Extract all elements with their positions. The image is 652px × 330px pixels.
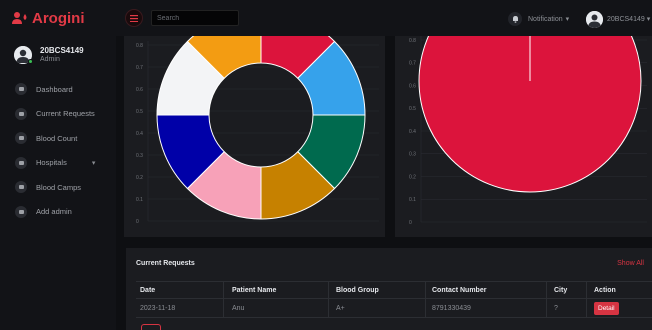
monitor-icon	[15, 107, 27, 120]
sidebar-item-label: Hospitals	[36, 158, 67, 168]
cell-city: ?	[554, 304, 558, 312]
hamburger-icon	[130, 14, 138, 22]
y-tick-label: 0.6	[136, 87, 143, 93]
y-tick-label: 0.2	[409, 174, 416, 180]
dashboard-icon	[15, 83, 27, 96]
admin-icon	[15, 205, 27, 218]
brand-name: Arogini	[32, 9, 85, 27]
notification-label: Notification	[528, 15, 563, 23]
cell-blood-group: A+	[336, 304, 345, 312]
top-bar: Arogini Notification ▾ 20BCS4149 ▾	[0, 0, 652, 36]
avatar-icon	[586, 11, 603, 28]
bell-icon	[512, 16, 518, 23]
y-tick-label: 0.6	[409, 83, 416, 89]
search-input[interactable]	[151, 10, 239, 26]
y-tick-label: 0	[409, 220, 412, 226]
column-header-blood-group: Blood Group	[336, 286, 379, 294]
chevron-down-icon: ▾	[565, 16, 570, 23]
sidebar-item-label: Dashboard	[36, 84, 73, 94]
y-tick-label: 0	[136, 219, 139, 225]
doughnut-chart-panel: 0.8 0.7 0.6 0.5 0.4 0.3 0.2 0.1 0	[124, 10, 385, 237]
table-header: Date Patient Name Blood Group Contact Nu…	[136, 281, 652, 299]
y-tick-label: 0.5	[409, 106, 416, 112]
profile-text: 20BCS4149 Admin	[40, 46, 84, 63]
cell-action: Detail	[594, 299, 619, 317]
cell-date: 2023-11-18	[140, 304, 176, 312]
table-row: 2023-11-18 Anu A+ 8791330439 ? Detail	[136, 299, 652, 318]
y-tick-label: 0.8	[409, 38, 416, 44]
pie-chart-panel: 0.8 0.7 0.6 0.5 0.4 0.3 0.2 0.1 0	[395, 0, 652, 237]
column-header-date: Date	[140, 286, 156, 294]
sidebar-item-hospitals[interactable]: Hospitals ▾	[0, 151, 116, 176]
hospital-icon	[15, 156, 27, 169]
sidebar-item-label: Blood Count	[36, 133, 78, 143]
y-tick-label: 0.4	[136, 131, 143, 137]
header-user-id: 20BCS4149	[607, 16, 645, 23]
sidebar: 20BCS4149 Admin Dashboard Current Reques…	[0, 36, 116, 330]
sidebar-item-label: Add admin	[36, 207, 72, 217]
sidebar-item-current-requests[interactable]: Current Requests	[0, 102, 116, 127]
y-tick-label: 0.3	[136, 153, 143, 159]
header-avatar[interactable]	[586, 11, 603, 28]
y-tick-label: 0.1	[409, 197, 416, 203]
column-header-city: City	[554, 286, 568, 294]
notification-button[interactable]	[508, 12, 522, 26]
calendar-icon	[15, 181, 27, 194]
y-tick-label: 0.8	[136, 43, 143, 49]
detail-button[interactable]: Detail	[594, 301, 619, 315]
column-header-patient-name: Patient Name	[232, 286, 277, 294]
show-all-link[interactable]: Show All	[617, 260, 644, 267]
y-tick-label: 0.1	[136, 197, 143, 203]
card-title: Current Requests	[136, 260, 195, 267]
cell-patient-name: Anu	[232, 304, 245, 312]
sidebar-item-label: Blood Camps	[36, 182, 82, 192]
profile-block: 20BCS4149 Admin	[0, 36, 116, 66]
profile-role: Admin	[40, 56, 60, 63]
profile-id: 20BCS4149	[40, 46, 84, 55]
column-header-contact-number: Contact Number	[432, 286, 487, 294]
brand-logo[interactable]: Arogini	[0, 0, 116, 36]
app-root: Arogini Notification ▾ 20BCS4149 ▾	[0, 0, 652, 330]
user-drop-icon	[12, 12, 27, 24]
header-user-menu[interactable]: 20BCS4149 ▾	[607, 15, 650, 23]
y-tick-label: 0.7	[409, 61, 416, 67]
sidebar-item-blood-camps[interactable]: Blood Camps	[0, 175, 116, 200]
sidebar-nav: Dashboard Current Requests Blood Count H…	[0, 77, 116, 224]
menu-toggle-button[interactable]	[125, 9, 143, 27]
pie-chart: 0.8 0.7 0.6 0.5 0.4 0.3 0.2 0.1 0	[409, 0, 647, 226]
sidebar-item-dashboard[interactable]: Dashboard	[0, 77, 116, 102]
grid-icon	[15, 132, 27, 145]
pagination-button[interactable]	[141, 324, 161, 330]
sidebar-item-blood-count[interactable]: Blood Count	[0, 126, 116, 151]
cell-contact-number: 8791330439	[432, 304, 471, 312]
doughnut-chart: 0.8 0.7 0.6 0.5 0.4 0.3 0.2 0.1 0	[136, 10, 379, 225]
notification-menu[interactable]: Notification ▾	[528, 15, 570, 24]
online-status-dot	[28, 58, 33, 64]
y-tick-label: 0.2	[136, 175, 143, 181]
y-tick-label: 0.7	[136, 65, 143, 71]
y-tick-label: 0.5	[136, 109, 143, 115]
column-header-action: Action	[594, 286, 616, 294]
y-tick-label: 0.4	[409, 129, 416, 135]
sidebar-item-label: Current Requests	[36, 109, 95, 119]
current-requests-card: Current Requests Show All Date Patient N…	[126, 248, 652, 330]
chevron-down-icon: ▾	[91, 159, 96, 167]
sidebar-item-add-admin[interactable]: Add admin	[0, 200, 116, 225]
y-tick-label: 0.3	[409, 152, 416, 158]
avatar	[14, 45, 33, 64]
chevron-down-icon: ▾	[646, 16, 651, 23]
